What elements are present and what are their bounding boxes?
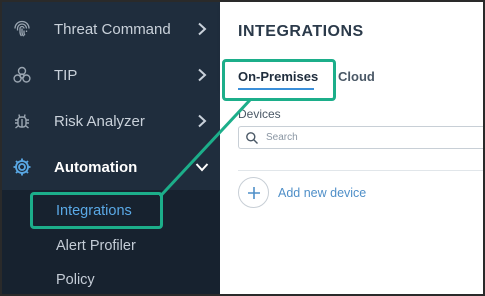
search-icon xyxy=(245,131,259,145)
add-new-device-button[interactable]: Add new device xyxy=(238,177,398,209)
divider xyxy=(238,170,483,171)
sidebar-item-risk-analyzer[interactable]: Risk Analyzer xyxy=(2,98,220,144)
tab-cloud[interactable]: Cloud xyxy=(338,69,375,84)
biohazard-icon xyxy=(11,64,33,86)
sidebar-item-label: Risk Analyzer xyxy=(54,112,145,130)
chevron-right-icon xyxy=(195,114,209,128)
automation-gear-icon xyxy=(11,156,33,178)
callout-highlight-integrations xyxy=(30,192,163,229)
plus-icon xyxy=(238,177,269,208)
search-box xyxy=(238,126,483,149)
page-title: INTEGRATIONS xyxy=(238,23,364,40)
bug-icon xyxy=(11,110,33,132)
search-input[interactable] xyxy=(266,129,483,146)
fingerprint-icon xyxy=(11,18,33,40)
sidebar-item-label: TIP xyxy=(54,66,78,84)
sidebar-item-threat-command[interactable]: Threat Command xyxy=(2,6,220,52)
main-panel: INTEGRATIONS On-Premises Cloud Devices S… xyxy=(220,2,483,294)
chevron-down-icon xyxy=(195,160,209,174)
sidebar-item-label: Automation xyxy=(54,158,138,176)
callout-highlight-on-premises xyxy=(222,59,336,101)
submenu-item-policy[interactable]: Policy xyxy=(56,272,95,288)
submenu-item-alert-profiler[interactable]: Alert Profiler xyxy=(56,238,136,254)
chevron-right-icon xyxy=(195,22,209,36)
sidebar-item-tip[interactable]: TIP xyxy=(2,52,220,98)
devices-label: Devices xyxy=(238,107,281,121)
devices-section: Devices Add new device xyxy=(220,90,483,294)
screenshot-frame: Threat Command TIP Risk Analyzer Automat… xyxy=(0,0,485,296)
sidebar: Threat Command TIP Risk Analyzer Automat… xyxy=(2,2,220,294)
add-new-device-label: Add new device xyxy=(278,186,367,200)
sidebar-item-label: Threat Command xyxy=(54,20,171,38)
chevron-right-icon xyxy=(195,68,209,82)
